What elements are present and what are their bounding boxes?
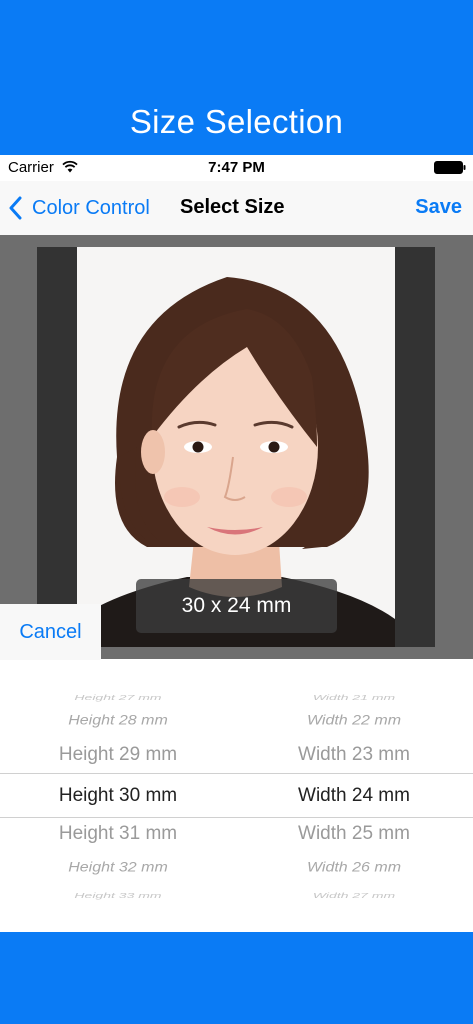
picker-row[interactable]: Height 33 mm Width 27 mm [0, 891, 473, 908]
size-picker[interactable]: Height 27 mm Width 21 mm Height 28 mm Wi… [0, 660, 473, 932]
size-label-overlay: 30 x 24 mm [136, 579, 337, 633]
picker-selection-top-line [0, 773, 473, 774]
width-option[interactable]: Width 21 mm [236, 693, 472, 702]
promo-banner: Size Selection [0, 0, 473, 155]
width-option[interactable]: Width 23 mm [236, 744, 472, 766]
selected-width[interactable]: Width 24 mm [236, 785, 472, 807]
cancel-button[interactable]: Cancel [0, 604, 101, 660]
height-option[interactable]: Height 29 mm [0, 744, 236, 766]
picker-row[interactable]: Height 28 mm Width 22 mm [0, 713, 473, 739]
status-time: 7:47 PM [208, 159, 265, 176]
height-option[interactable]: Height 27 mm [0, 693, 236, 702]
width-option[interactable]: Width 22 mm [236, 713, 472, 728]
height-option[interactable]: Height 31 mm [0, 823, 236, 845]
save-button[interactable]: Save [415, 196, 462, 219]
chevron-left-icon [9, 196, 22, 220]
picker-row[interactable]: Height 29 mm Width 23 mm [0, 744, 473, 774]
back-button[interactable]: Color Control [8, 193, 150, 223]
app-screen: Carrier 7:47 PM Color Control Select Siz… [0, 155, 473, 932]
height-option[interactable]: Height 33 mm [0, 891, 236, 900]
picker-selection-bottom-line [0, 817, 473, 818]
width-option[interactable]: Width 25 mm [236, 823, 472, 845]
height-option[interactable]: Height 28 mm [0, 713, 236, 728]
nav-title: Select Size [180, 196, 285, 218]
width-option[interactable]: Width 26 mm [236, 860, 472, 875]
picker-row[interactable]: Height 27 mm Width 21 mm [0, 693, 473, 710]
back-button-label: Color Control [32, 196, 150, 219]
selected-height[interactable]: Height 30 mm [0, 785, 236, 807]
picker-row[interactable]: Height 31 mm Width 25 mm [0, 823, 473, 853]
picker-row[interactable]: Height 32 mm Width 26 mm [0, 860, 473, 886]
photo-editor: 30 x 24 mm [0, 235, 473, 659]
width-option[interactable]: Width 27 mm [236, 891, 472, 900]
navigation-bar: Color Control Select Size Save [0, 181, 473, 235]
height-option[interactable]: Height 32 mm [0, 860, 236, 875]
banner-title: Size Selection [129, 103, 344, 140]
picker-selected-row[interactable]: Height 30 mm Width 24 mm [0, 785, 473, 815]
battery-icon [434, 161, 466, 174]
status-bar: Carrier 7:47 PM [0, 155, 473, 181]
